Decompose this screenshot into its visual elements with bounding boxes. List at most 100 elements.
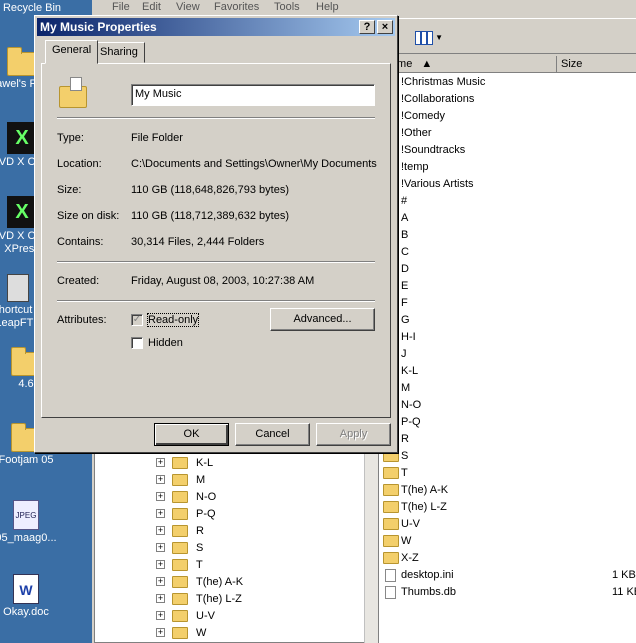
list-item[interactable]: M [383,380,636,397]
help-button[interactable]: ? [359,20,375,34]
menu-view[interactable]: View [176,1,200,13]
list-item[interactable]: N-O [383,397,636,414]
list-item[interactable]: C [383,244,636,261]
list-item[interactable]: S [383,448,636,465]
ok-button[interactable]: OK [154,423,229,446]
list-item[interactable]: P-Q [383,414,636,431]
list-item[interactable]: T(he) L-Z [383,499,636,516]
list-header: Name ▲ Size [379,56,636,73]
desktop-icon-label: Recycle Bin [2,2,62,14]
tree-item[interactable]: + M [156,472,356,489]
desktop-icon-okay-doc[interactable]: W Okay.doc [0,574,66,619]
menu-help[interactable]: Help [316,1,339,13]
tree-item[interactable]: + T(he) A-K [156,574,356,591]
tree-item[interactable]: + T(he) L-Z [156,591,356,608]
list-item[interactable]: E [383,278,636,295]
tree-item[interactable]: + R [156,523,356,540]
size-value: 110 GB (118,648,826,793 bytes) [131,184,289,196]
advanced-button[interactable]: Advanced... [270,308,375,331]
views-button[interactable]: ▼ [410,27,446,49]
tree-item[interactable]: + T [156,557,356,574]
close-button[interactable]: × [377,20,393,34]
list-item[interactable]: T [383,465,636,482]
chevron-down-icon: ▼ [435,33,443,42]
tree-item[interactable]: + S [156,540,356,557]
hidden-label[interactable]: Hidden [148,337,183,349]
apply-button[interactable]: Apply [316,423,391,446]
expand-icon[interactable]: + [156,526,165,535]
list-item[interactable]: K-L [383,363,636,380]
expand-icon[interactable]: + [156,475,165,484]
dialog-titlebar[interactable]: My Music Properties ? × [37,18,395,36]
tree-item[interactable]: + N-O [156,489,356,506]
menu-file[interactable]: File [112,1,130,13]
list-item[interactable]: Thumbs.db 11 KB [385,584,636,601]
tab-general[interactable]: General [45,40,99,64]
readonly-label[interactable]: Read-only [146,313,200,327]
views-icon [415,31,433,45]
menu-favorites[interactable]: Favorites [214,1,259,13]
expand-icon[interactable]: + [156,509,165,518]
menu-tools[interactable]: Tools [274,1,300,13]
expand-icon[interactable]: + [156,611,165,620]
list-item[interactable]: !Various Artists [383,176,636,193]
list-item[interactable]: !Comedy [383,108,636,125]
list-item[interactable]: desktop.ini 1 KB [385,567,636,584]
list-item[interactable]: G [383,312,636,329]
list-item[interactable]: B [383,227,636,244]
tree-item[interactable]: + K-L [156,455,356,472]
list-item[interactable]: U-V [383,516,636,533]
expand-icon[interactable]: + [156,560,165,569]
location-value: C:\Documents and Settings\Owner\My Docum… [131,158,377,170]
tree-item[interactable]: + P-Q [156,506,356,523]
created-value: Friday, August 08, 2003, 10:27:38 AM [131,275,315,287]
created-label: Created: [57,275,100,287]
expand-icon[interactable]: + [156,594,165,603]
tab-sharing-label: Sharing [100,46,138,58]
list-item[interactable]: A [383,210,636,227]
tree-item-label: W [196,627,207,639]
desktop-icon-label: Footjam 05 [0,454,54,466]
list-item[interactable]: J [383,346,636,363]
list-item[interactable]: !Collaborations [383,91,636,108]
expand-icon[interactable]: + [156,543,165,552]
list-item-name: !temp [401,161,429,173]
folder-icon [383,467,399,479]
column-header-size[interactable]: Size [557,56,636,72]
list-item[interactable]: H-I [383,329,636,346]
list-item-name: A [401,212,409,224]
tab-sharing[interactable]: Sharing [93,42,145,63]
readonly-checkbox[interactable]: ✓ [131,314,143,326]
list-item[interactable]: !Soundtracks [383,142,636,159]
expand-icon[interactable]: + [156,458,165,467]
desktop-icon-jpeg[interactable]: JPEG 05_maag0... [0,500,66,545]
column-header-name[interactable]: Name ▲ [379,56,557,72]
expand-icon[interactable]: + [156,628,165,637]
cancel-button[interactable]: Cancel [235,423,310,446]
tree-item[interactable]: + U-V [156,608,356,625]
list-item[interactable]: !Christmas Music [383,74,636,91]
list-item[interactable]: W [383,533,636,550]
list-item-name: T [401,467,408,479]
list-item[interactable]: T(he) A-K [383,482,636,499]
desktop-icon-recycle-bin[interactable]: Recycle Bin [0,2,72,15]
menu-edit[interactable]: Edit [142,1,161,13]
list-item[interactable]: X-Z [383,550,636,567]
expand-icon[interactable]: + [156,492,165,501]
folder-name-field[interactable]: My Music [131,84,375,106]
list-item[interactable]: R [383,431,636,448]
tree-item[interactable]: + W [156,625,356,642]
list-item[interactable]: # [383,193,636,210]
expand-icon[interactable]: + [156,577,165,586]
attributes-label: Attributes: [57,314,107,326]
tree-item-label: T(he) L-Z [196,593,242,605]
list-item-name: !Collaborations [401,93,475,105]
file-list: Name ▲ Size !Christmas Music !Collaborati… [378,56,636,643]
list-item[interactable]: F [383,295,636,312]
hidden-checkbox[interactable] [131,337,143,349]
list-item[interactable]: !Other [383,125,636,142]
list-item[interactable]: !temp [383,159,636,176]
size-on-disk-value: 110 GB (118,712,389,632 bytes) [131,210,289,222]
list-item[interactable]: D [383,261,636,278]
shortcut-icon [7,274,29,302]
